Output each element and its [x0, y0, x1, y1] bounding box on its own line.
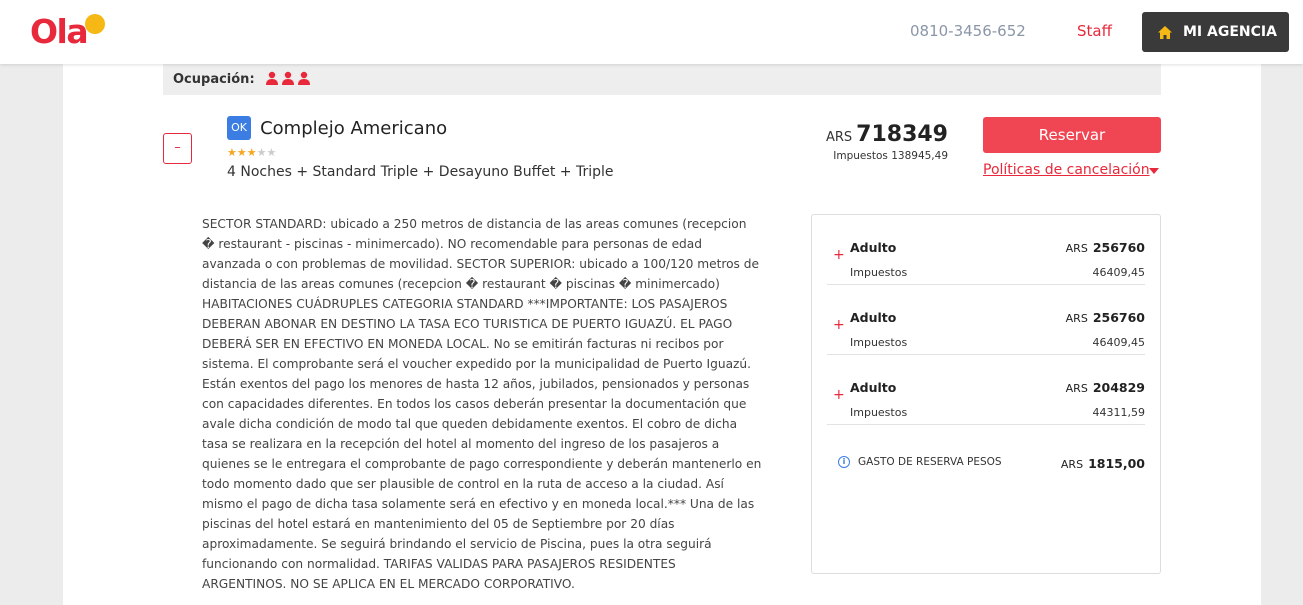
reserve-button[interactable]: Reservar — [983, 117, 1161, 153]
amount-value: 204829 — [1092, 380, 1145, 395]
breakdown-row: + Adulto ARS 256760 Impuestos 46409,45 — [827, 285, 1145, 355]
amount-currency: ARS — [1065, 382, 1088, 395]
hotel-header: OK Complejo Americano — [227, 116, 447, 140]
passenger-type-label: Adulto — [850, 380, 897, 395]
occupancy-passenger-icons — [265, 70, 313, 89]
logo-dot-icon — [85, 14, 106, 34]
mi-agencia-button[interactable]: MI AGENCIA — [1142, 12, 1289, 52]
fee-value: 1815,00 — [1088, 456, 1145, 471]
hotel-result-card: Ocupación: – OK Complejo Americano ★★★★★… — [63, 64, 1261, 605]
passenger-amount: ARS 256760 — [1066, 240, 1145, 255]
star-icon: ★ — [246, 146, 257, 159]
hotel-star-rating: ★★★★★ — [227, 146, 276, 159]
passenger-type-label: Adulto — [850, 310, 897, 325]
price-taxes-value: 138945,49 — [891, 150, 948, 162]
person-icon — [297, 71, 310, 85]
plus-icon[interactable]: + — [833, 247, 845, 263]
booking-fee-row: i GASTO DE RESERVA PESOS ARS 1815,00 — [827, 451, 1145, 481]
info-icon[interactable]: i — [838, 456, 850, 468]
star-icon: ★ — [256, 146, 267, 159]
top-navbar: Ola 0810-3456-652 Staff MI AGENCIA — [0, 0, 1303, 64]
breakdown-row: + Adulto ARS 256760 Impuestos 46409,45 — [827, 215, 1145, 285]
passenger-type-label: Adulto — [850, 240, 897, 255]
taxes-label: Impuestos — [850, 406, 908, 419]
taxes-label: Impuestos — [850, 336, 908, 349]
staff-link[interactable]: Staff — [1077, 22, 1112, 40]
taxes-label: Impuestos — [850, 266, 908, 279]
occupancy-label: Ocupación: — [173, 72, 255, 87]
price-summary: ARS 718349 Impuestos 138945,49 — [823, 122, 948, 162]
cancellation-policy-link[interactable]: Políticas de cancelación — [983, 162, 1150, 178]
taxes-value: 46409,45 — [1092, 336, 1146, 349]
collapse-button[interactable]: – — [163, 133, 192, 164]
breakdown-row: + Adulto ARS 204829 Impuestos 44311,59 — [827, 355, 1145, 425]
mi-agencia-label: MI AGENCIA — [1183, 24, 1277, 40]
hotel-name[interactable]: Complejo Americano — [260, 118, 447, 139]
home-icon — [1158, 25, 1172, 39]
room-description: 4 Noches + Standard Triple + Desayuno Bu… — [227, 164, 614, 180]
occupancy-bar: Ocupación: — [163, 64, 1161, 95]
taxes-value: 44311,59 — [1092, 406, 1146, 419]
price-total: 718349 — [856, 122, 948, 147]
hotel-policy-text: SECTOR STANDARD: ubicado a 250 metros de… — [202, 217, 762, 591]
star-icon: ★ — [266, 146, 277, 159]
phone-number[interactable]: 0810-3456-652 — [910, 22, 1026, 40]
amount-value: 256760 — [1092, 240, 1145, 255]
taxes-value: 46409,45 — [1092, 266, 1146, 279]
ola-logo[interactable]: Ola — [30, 12, 106, 52]
amount-value: 256760 — [1092, 310, 1145, 325]
price-taxes-label: Impuestos — [833, 150, 888, 162]
passenger-amount: ARS 256760 — [1066, 310, 1145, 325]
amount-currency: ARS — [1065, 312, 1088, 325]
star-icon: ★ — [236, 146, 247, 159]
person-icon — [265, 71, 278, 85]
person-icon — [281, 71, 294, 85]
passenger-amount: ARS 204829 — [1066, 380, 1145, 395]
booking-fee-label: GASTO DE RESERVA PESOS — [858, 456, 1002, 468]
availability-ok-badge: OK — [227, 116, 251, 140]
logo-text: Ola — [30, 12, 89, 51]
caret-down-icon[interactable] — [1149, 168, 1159, 174]
fee-currency: ARS — [1060, 458, 1084, 471]
star-icon: ★ — [227, 146, 237, 159]
booking-fee-amount: ARS 1815,00 — [1061, 456, 1145, 471]
price-currency: ARS — [825, 130, 853, 145]
plus-icon[interactable]: + — [833, 317, 845, 333]
price-breakdown-panel: + Adulto ARS 256760 Impuestos 46409,45 + … — [811, 214, 1161, 574]
amount-currency: ARS — [1065, 242, 1088, 255]
plus-icon[interactable]: + — [833, 387, 845, 403]
